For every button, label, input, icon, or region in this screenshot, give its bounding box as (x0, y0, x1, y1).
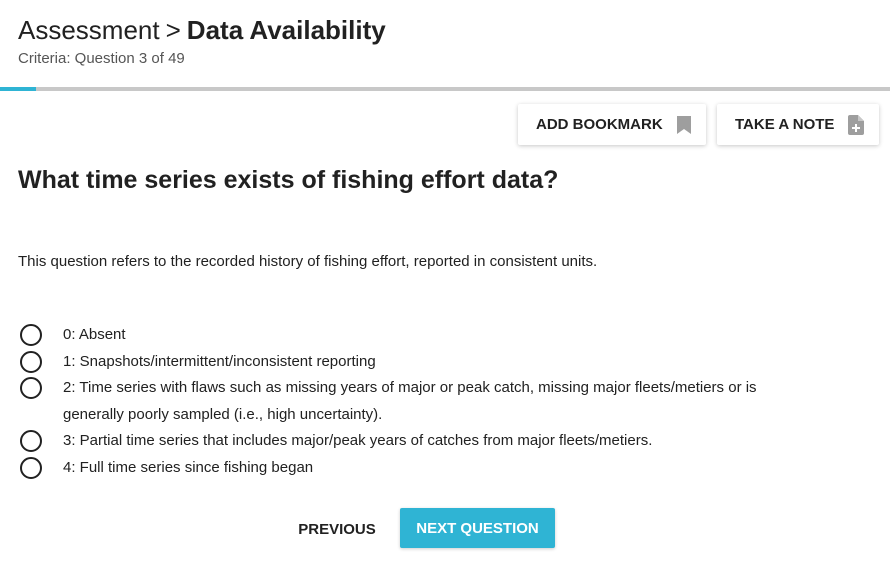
answer-option-label: 1: Snapshots/intermittent/inconsistent r… (63, 352, 376, 370)
answer-option-2[interactable]: 2: Time series with flaws such as missin… (20, 375, 820, 428)
add-bookmark-label: ADD BOOKMARK (536, 116, 663, 133)
radio-button[interactable] (20, 324, 42, 346)
progress-bar (0, 87, 890, 91)
take-note-label: TAKE A NOTE (735, 116, 835, 133)
criteria-counter: Criteria: Question 3 of 49 (18, 50, 185, 67)
previous-button[interactable]: PREVIOUS (282, 510, 392, 548)
add-bookmark-button[interactable]: ADD BOOKMARK (518, 104, 706, 145)
toolbar: ADD BOOKMARK TAKE A NOTE (518, 104, 879, 145)
radio-button[interactable] (20, 430, 42, 452)
radio-button[interactable] (20, 377, 42, 399)
radio-button[interactable] (20, 456, 42, 479)
radio-button[interactable] (20, 350, 42, 373)
breadcrumb-separator: > (165, 15, 181, 45)
bookmark-icon (676, 115, 691, 134)
answer-option-0[interactable]: 0: Absent (20, 322, 820, 349)
progress-bar-fill (0, 87, 37, 91)
answer-option-label: 0: Absent (63, 326, 126, 343)
next-question-button[interactable]: NEXT QUESTION (400, 508, 555, 548)
answer-option-label: 2: Time series with flaws such as missin… (63, 379, 757, 423)
breadcrumb: Assessment > Data Availability (18, 14, 386, 46)
take-note-button[interactable]: TAKE A NOTE (717, 104, 879, 145)
answer-option-1[interactable]: 1: Snapshots/intermittent/inconsistent r… (20, 349, 820, 376)
question-description: This question refers to the recorded his… (18, 253, 598, 270)
answer-option-3[interactable]: 3: Partial time series that includes maj… (20, 428, 820, 455)
answer-options: 0: Absent 1: Snapshots/intermittent/inco… (20, 322, 820, 481)
question-title: What time series exists of fishing effor… (18, 166, 559, 194)
note-add-icon (848, 114, 865, 135)
answer-option-4[interactable]: 4: Full time series since fishing began (20, 455, 820, 482)
breadcrumb-section[interactable]: Assessment (18, 15, 160, 45)
answer-option-label: 3: Partial time series that includes maj… (63, 432, 653, 449)
answer-option-label: 4: Full time series since fishing began (63, 458, 314, 476)
page-header: Assessment > Data Availability Criteria: Q… (18, 14, 386, 67)
breadcrumb-current: Data Availability (186, 15, 386, 45)
